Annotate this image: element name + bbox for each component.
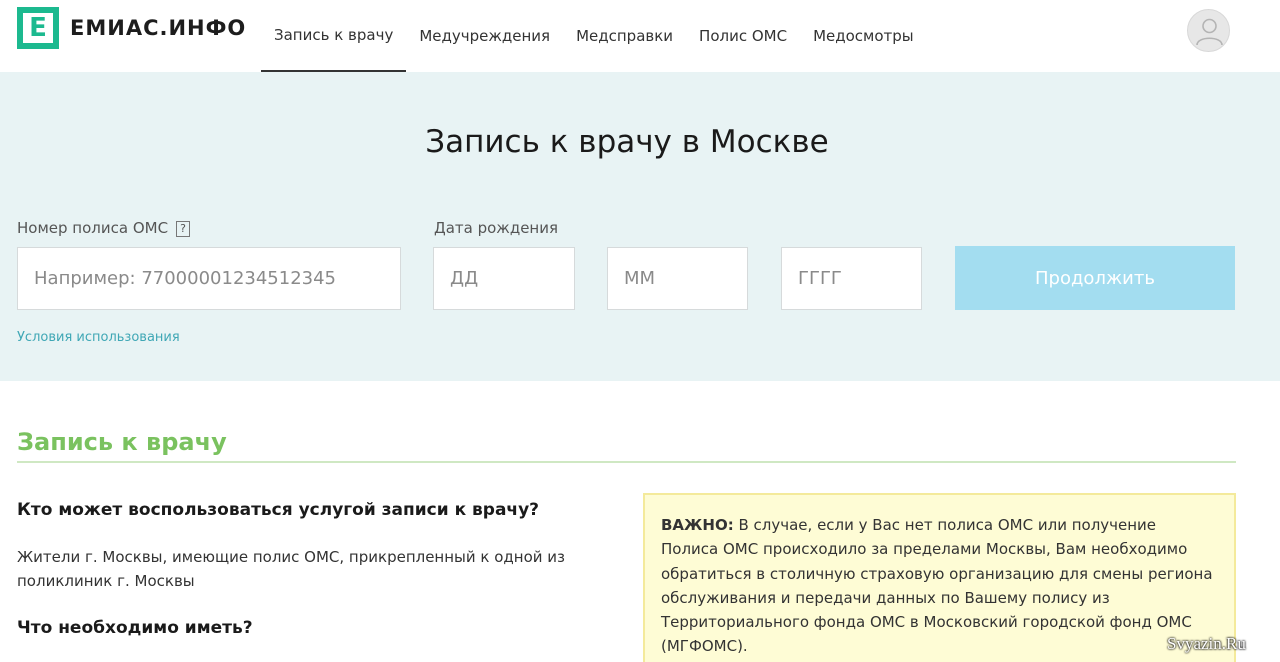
- terms-of-use-link[interactable]: Условия использования: [17, 330, 180, 345]
- nav-item-oms-policy[interactable]: Полис ОМС: [686, 0, 800, 72]
- main-nav: Запись к врачу Медучреждения Медсправки …: [261, 0, 927, 72]
- nav-item-checkups[interactable]: Медосмотры: [800, 0, 927, 72]
- nav-item-clinics[interactable]: Медучреждения: [406, 0, 563, 72]
- user-avatar-button[interactable]: [1187, 9, 1230, 52]
- question-what-needed: Что необходимо иметь?: [17, 618, 253, 638]
- policy-number-label: Номер полиса ОМС?: [17, 219, 191, 237]
- logo-mark: E: [17, 7, 59, 49]
- logo-text: ЕМИАС.ИНФО: [70, 16, 247, 40]
- user-icon: [1196, 18, 1223, 46]
- section-divider: [17, 461, 1236, 463]
- section-title: Запись к врачу: [17, 428, 227, 456]
- answer-who-can-use: Жители г. Москвы, имеющие полис ОМС, при…: [17, 548, 566, 590]
- nav-item-appointment[interactable]: Запись к врачу: [261, 0, 407, 72]
- notice-text: В случае, если у Вас нет полиса ОМС или …: [661, 516, 1213, 656]
- notice-label: ВАЖНО:: [661, 516, 734, 534]
- policy-number-input[interactable]: Например: 7700000123451234​5: [17, 247, 401, 310]
- continue-button[interactable]: Продолжить: [955, 246, 1235, 310]
- birth-year-input[interactable]: ГГГГ: [781, 247, 922, 310]
- page-title: Запись к врачу в Москве: [425, 124, 829, 160]
- birth-date-label: Дата рождения: [434, 219, 558, 237]
- nav-item-certificates[interactable]: Медсправки: [563, 0, 686, 72]
- birth-day-input[interactable]: ДД: [433, 247, 575, 310]
- top-header: E ЕМИАС.ИНФО Запись к врачу Медучреждени…: [0, 0, 1280, 72]
- important-notice: ВАЖНО: В случае, если у Вас нет полиса О…: [643, 493, 1236, 662]
- birth-month-input[interactable]: ММ: [607, 247, 748, 310]
- watermark-text: Svyazin.Ru: [1167, 634, 1246, 653]
- logo-letter: E: [29, 13, 47, 43]
- help-icon[interactable]: ?: [176, 221, 191, 237]
- question-who-can-use: Кто может воспользоваться услугой записи…: [17, 500, 540, 520]
- site-logo[interactable]: E ЕМИАС.ИНФО: [17, 7, 246, 49]
- appointment-form-panel: Запись к врачу в Москве Номер полиса ОМС…: [0, 72, 1280, 381]
